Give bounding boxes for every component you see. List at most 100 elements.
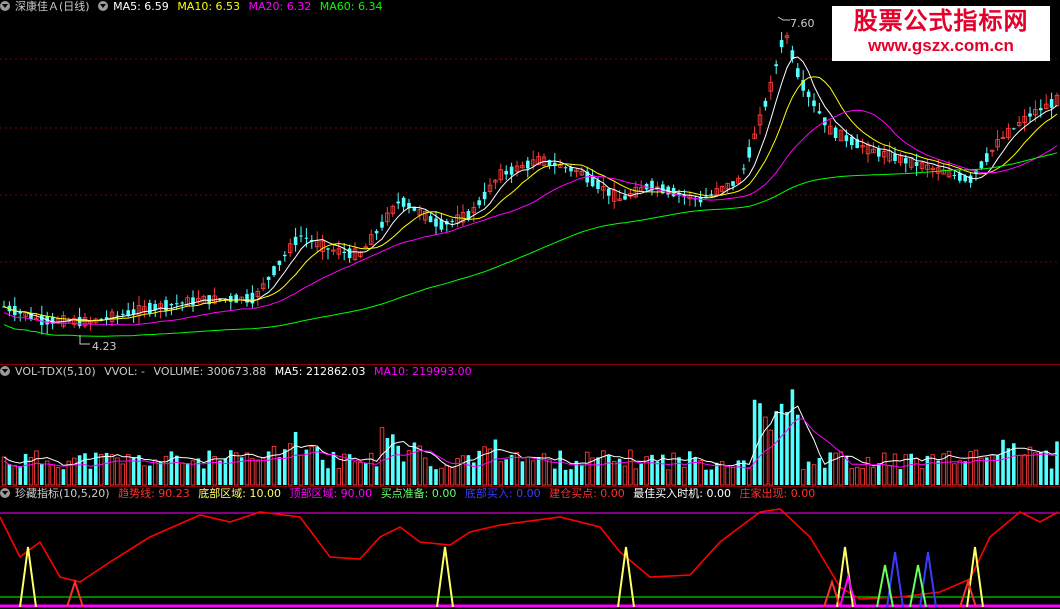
candle-body bbox=[482, 191, 487, 200]
volume-bar bbox=[779, 403, 784, 485]
volume-bar bbox=[963, 461, 967, 485]
volume-bar bbox=[563, 469, 568, 485]
candle-body bbox=[850, 136, 854, 146]
volume-chart[interactable] bbox=[0, 365, 1060, 486]
volume-bar bbox=[482, 446, 487, 486]
candle-body bbox=[607, 188, 611, 196]
price-chart-panel[interactable]: 深康佳Ａ(日线) MA5: 6.59 MA10: 6.53 MA20: 6.32… bbox=[0, 0, 1060, 364]
ma5-line bbox=[3, 56, 1058, 323]
volume-bar bbox=[44, 460, 50, 486]
candle-body bbox=[747, 147, 751, 158]
volume-bar bbox=[385, 438, 390, 485]
volume-bar bbox=[936, 460, 940, 485]
candle-body bbox=[272, 266, 276, 276]
volume-bar bbox=[1006, 448, 1011, 485]
indicator-panel[interactable]: 珍藏指标(10,5,20) 趋势线: 90.23 底部区域: 10.00 顶部区… bbox=[0, 486, 1060, 609]
candle-body bbox=[812, 100, 816, 107]
volume-bar bbox=[758, 403, 762, 485]
chevron-down-icon[interactable] bbox=[0, 366, 10, 376]
chevron-down-icon[interactable] bbox=[0, 1, 10, 11]
volume-value: VOLUME: 300673.88 bbox=[153, 365, 267, 378]
candle-body bbox=[844, 135, 849, 142]
volume-bar bbox=[823, 467, 827, 485]
volume-bar bbox=[860, 467, 865, 486]
build-signal bbox=[66, 578, 84, 608]
volume-bar bbox=[428, 466, 433, 485]
volume-bar bbox=[811, 464, 817, 486]
volume-bar bbox=[88, 468, 93, 485]
candle-body bbox=[563, 167, 568, 169]
volume-bar bbox=[973, 449, 979, 486]
chevron-down-icon[interactable] bbox=[98, 1, 109, 11]
candle-body bbox=[958, 173, 962, 181]
volume-bar bbox=[493, 439, 498, 485]
volume-bar bbox=[887, 464, 892, 486]
volume-bar bbox=[401, 461, 406, 485]
volume-bar bbox=[18, 466, 22, 485]
volume-bar bbox=[487, 448, 493, 486]
volume-bar bbox=[909, 453, 913, 485]
ma10-value: MA10: 6.53 bbox=[177, 0, 241, 13]
volume-bar bbox=[871, 466, 876, 486]
volume-bar bbox=[979, 457, 984, 486]
low-price-label: 4.23 bbox=[92, 340, 117, 353]
volume-bar bbox=[639, 463, 643, 485]
volume-bar bbox=[55, 467, 61, 486]
volume-bar bbox=[1049, 468, 1054, 485]
volume-bar bbox=[628, 449, 633, 486]
volume-bar bbox=[877, 463, 881, 485]
volume-bar bbox=[898, 469, 903, 485]
ind-title: 珍藏指标(10,5,20) bbox=[15, 487, 110, 500]
volume-bar bbox=[455, 458, 460, 486]
volume-bar bbox=[865, 456, 871, 486]
volume-bar bbox=[158, 461, 163, 485]
volume-bar bbox=[704, 469, 708, 485]
candle-body bbox=[229, 295, 233, 302]
volume-bar bbox=[358, 461, 363, 486]
candle-body bbox=[817, 111, 822, 114]
volume-bar bbox=[61, 469, 66, 485]
vol-title: VOL-TDX(5,10) bbox=[15, 365, 96, 378]
candle-body bbox=[401, 197, 406, 207]
bottom-buy-signal bbox=[919, 551, 937, 608]
candle-body bbox=[299, 235, 303, 237]
watermark-logo: 股票公式指标网 www.gszx.com.cn bbox=[832, 6, 1050, 61]
candle-body bbox=[342, 251, 346, 253]
candle-body bbox=[763, 100, 768, 107]
volume-bar bbox=[817, 457, 822, 485]
volume-bar bbox=[12, 464, 18, 486]
candle-body bbox=[77, 317, 82, 327]
volume-bar bbox=[77, 455, 82, 485]
volume-bar bbox=[120, 463, 126, 486]
candle-body bbox=[1049, 99, 1054, 108]
best-buy-value: 最佳买入时机: 0.00 bbox=[633, 487, 731, 500]
volume-bar bbox=[774, 411, 778, 485]
volume-bar bbox=[1055, 441, 1059, 485]
candle-body bbox=[904, 158, 908, 164]
indicator-chart[interactable] bbox=[0, 487, 1060, 609]
chevron-down-icon[interactable] bbox=[0, 488, 10, 498]
volume-panel[interactable]: VOL-TDX(5,10) VVOL: - VOLUME: 300673.88 … bbox=[0, 364, 1060, 486]
volume-bar bbox=[175, 455, 179, 485]
watermark-title: 股票公式指标网 bbox=[853, 7, 1029, 35]
volume-bar bbox=[7, 464, 12, 485]
build-value: 建仓买点: 0.00 bbox=[549, 487, 625, 500]
volume-bar bbox=[525, 456, 531, 486]
volume-bar bbox=[985, 457, 989, 485]
volume-bar bbox=[688, 451, 692, 485]
volume-bar bbox=[391, 434, 395, 485]
volume-bar bbox=[1022, 454, 1027, 486]
volume-bar bbox=[968, 451, 973, 486]
volume-bar bbox=[925, 455, 930, 485]
candle-body bbox=[169, 303, 174, 306]
ma20-line bbox=[3, 109, 1058, 326]
volume-bar bbox=[250, 458, 255, 486]
volume-bar bbox=[320, 459, 325, 485]
volume-bar bbox=[622, 465, 628, 486]
volume-bar bbox=[1033, 452, 1038, 486]
candle-body bbox=[796, 68, 800, 78]
volume-bar bbox=[553, 468, 557, 485]
candle-body bbox=[623, 195, 627, 200]
candle-body bbox=[1012, 128, 1016, 130]
top-zone-value: 顶部区域: 90.00 bbox=[289, 487, 373, 500]
